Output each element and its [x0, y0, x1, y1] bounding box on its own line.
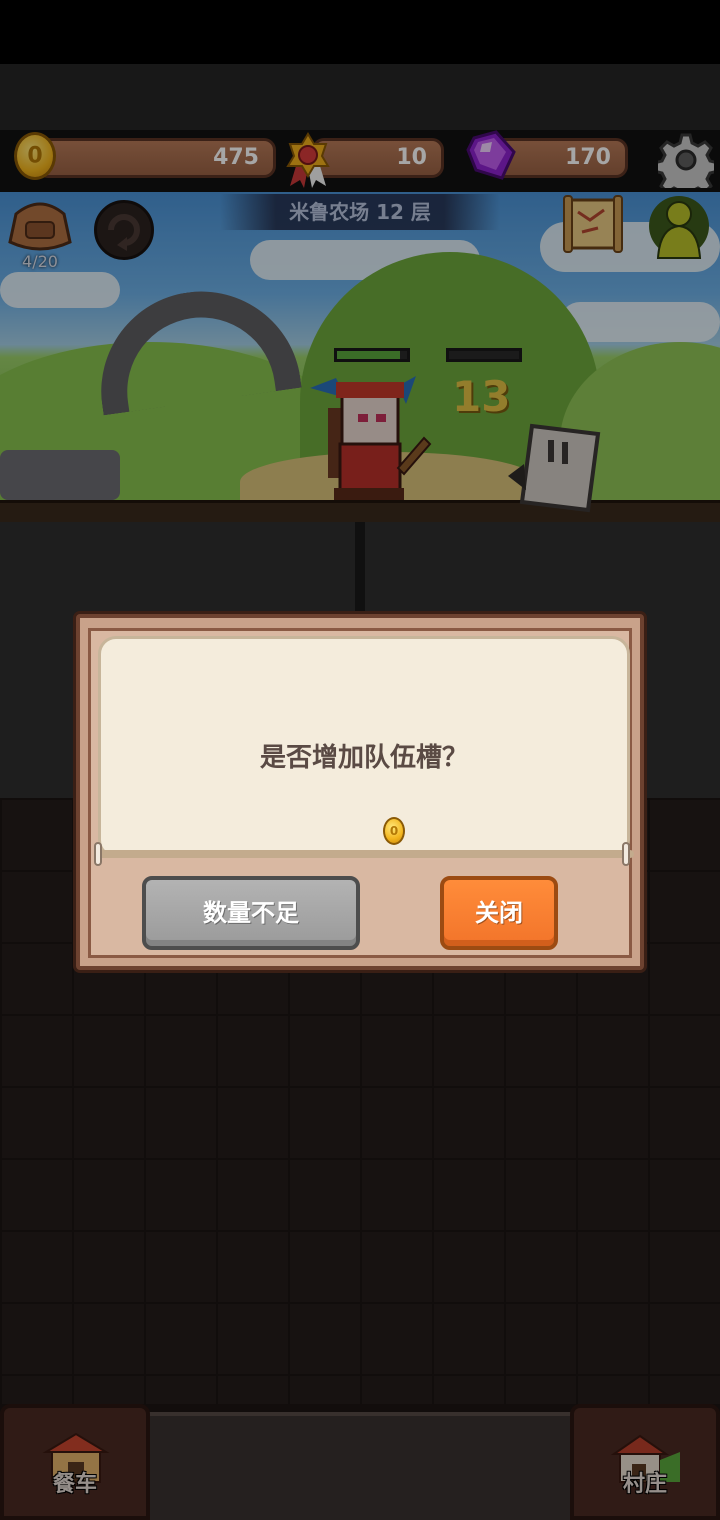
scroll-rod — [94, 850, 634, 858]
insufficient-button[interactable]: 数量不足 — [142, 876, 360, 950]
scroll-rod-end-left — [94, 842, 102, 866]
dialog-message: 是否增加队伍槽？ — [259, 743, 468, 773]
close-button[interactable]: 关闭 — [440, 876, 558, 950]
dialog-parchment: 是否增加队伍槽？ — [98, 636, 630, 858]
cost-coin-icon — [383, 817, 405, 845]
add-party-slot-dialog: 是否增加队伍槽？ 数量不足 关闭 — [76, 614, 644, 970]
scroll-rod-end-right — [622, 842, 630, 866]
